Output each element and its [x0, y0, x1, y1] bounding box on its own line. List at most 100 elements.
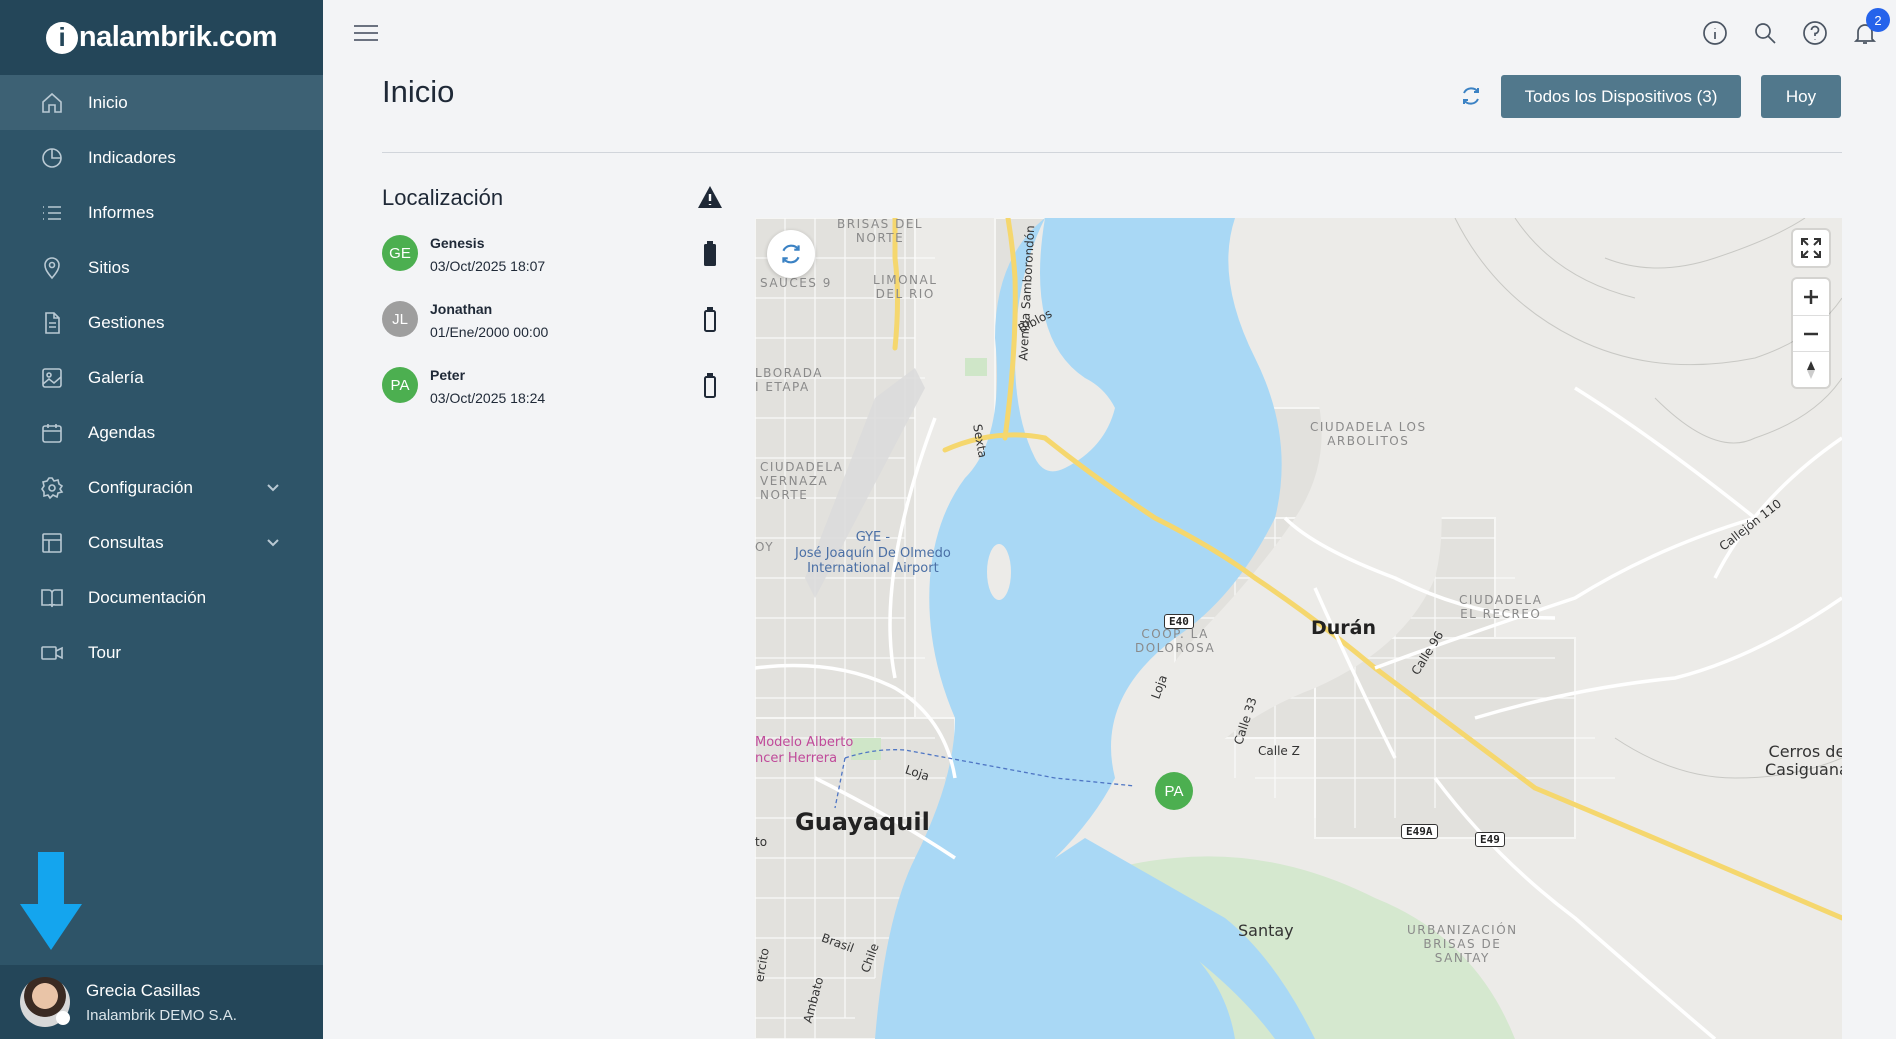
battery-full-icon — [704, 241, 716, 266]
fullscreen-control — [1793, 230, 1829, 266]
map-label: BRISAS DEL NORTE — [837, 218, 924, 245]
sidebar-item-documentacion[interactable]: Documentación — [0, 570, 323, 625]
sync-button[interactable] — [1459, 84, 1487, 112]
sidebar-item-label: Inicio — [88, 92, 128, 112]
device-avatar: PA — [382, 367, 418, 403]
sidebar-item-inicio[interactable]: Inicio — [0, 75, 323, 130]
logo-letter: i — [45, 21, 78, 54]
page-title: Inicio — [382, 74, 455, 109]
device-avatar: GE — [382, 235, 418, 271]
battery-empty-icon — [704, 307, 716, 332]
map-label: CIUDADELA LOS ARBOLITOS — [1310, 420, 1427, 448]
sidebar-item-agendas[interactable]: Agendas — [0, 405, 323, 460]
image-icon — [38, 364, 66, 392]
battery-empty-icon — [704, 373, 716, 398]
device-name: Jonathan — [430, 301, 493, 317]
map-label: CIUDADELA EL RECREO — [1459, 593, 1543, 621]
sidebar-item-indicadores[interactable]: Indicadores — [0, 130, 323, 185]
gear-icon — [38, 474, 66, 502]
device-item[interactable]: GE Genesis 03/Oct/2025 18:07 — [382, 233, 727, 299]
city-label-guayaquil: Guayaquil — [795, 808, 930, 836]
map-label: to — [755, 835, 768, 849]
sidebar-item-configuracion[interactable]: Configuración — [0, 460, 323, 515]
map-label: Santay — [1238, 921, 1294, 940]
book-icon — [38, 584, 66, 612]
pie-chart-icon — [38, 144, 66, 172]
sidebar-item-consultas[interactable]: Consultas — [0, 515, 323, 570]
map-refresh-button[interactable] — [767, 230, 815, 278]
document-icon — [38, 309, 66, 337]
app-logo[interactable]: i nalambrik.com — [45, 21, 278, 54]
search-icon[interactable] — [1752, 20, 1778, 46]
map[interactable]: BRISAS DEL NORTE SAUCES 9 LIMONAL DEL RIO … — [755, 218, 1842, 1039]
sidebar-item-label: Documentación — [88, 587, 207, 607]
map-base-layer — [755, 218, 1842, 1039]
sidebar-item-tour[interactable]: Tour — [0, 625, 323, 680]
table-icon — [38, 529, 66, 557]
device-map-marker[interactable]: PA — [1155, 772, 1193, 810]
plus-icon — [1804, 290, 1818, 304]
sync-icon — [1463, 87, 1479, 105]
all-devices-button[interactable]: Todos los Dispositivos (3) — [1501, 75, 1741, 118]
chevron-down-icon — [265, 479, 281, 500]
road-shield: E40 — [1164, 614, 1194, 629]
info-icon[interactable] — [1702, 20, 1728, 46]
device-list: GE Genesis 03/Oct/2025 18:07 JL Jonathan… — [382, 233, 727, 431]
sidebar-item-label: Consultas — [88, 532, 164, 552]
map-label: LBORADA I ETAPA — [755, 366, 823, 394]
notification-badge: 2 — [1866, 8, 1890, 32]
video-camera-icon — [38, 639, 66, 667]
sidebar-item-gestiones[interactable]: Gestiones — [0, 295, 323, 350]
device-name: Genesis — [430, 235, 485, 251]
calendar-icon — [38, 419, 66, 447]
map-label: URBANIZACIÓN BRISAS DE SANTAY — [1407, 923, 1518, 965]
logo-area: i nalambrik.com — [0, 0, 323, 75]
sidebar-item-label: Tour — [88, 642, 122, 662]
map-label: SAUCES 9 — [760, 276, 832, 290]
zoom-out-button[interactable] — [1793, 315, 1829, 351]
road-shield: E49A — [1401, 824, 1438, 839]
airport-label: GYE - José Joaquín De Olmedo International… — [795, 530, 951, 577]
avatar — [20, 977, 70, 1027]
sidebar-item-galeria[interactable]: Galería — [0, 350, 323, 405]
device-item[interactable]: JL Jonathan 01/Ene/2000 00:00 — [382, 299, 727, 365]
user-name: Grecia Casillas — [86, 980, 201, 1000]
list-icon — [38, 199, 66, 227]
zoom-controls — [1793, 279, 1829, 387]
map-label: CIUDADELA VERNAZA NORTE — [760, 460, 844, 502]
section-title: Localización — [382, 185, 504, 210]
today-button[interactable]: Hoy — [1761, 75, 1841, 118]
sidebar-item-sitios[interactable]: Sitios — [0, 240, 323, 295]
home-icon — [38, 89, 66, 117]
user-profile[interactable]: Grecia Casillas Inalambrik DEMO S.A. — [0, 965, 323, 1039]
bell-icon[interactable]: 2 — [1852, 8, 1890, 46]
sidebar-item-label: Indicadores — [88, 147, 176, 167]
sync-icon — [782, 244, 800, 264]
device-date: 03/Oct/2025 18:07 — [430, 258, 546, 274]
compass-button[interactable] — [1793, 351, 1829, 387]
device-name: Peter — [430, 367, 466, 383]
device-item[interactable]: PA Peter 03/Oct/2025 18:24 — [382, 365, 727, 431]
warning-icon[interactable] — [697, 185, 723, 209]
zoom-in-button[interactable] — [1793, 279, 1829, 315]
compass-icon — [1807, 360, 1815, 379]
city-label-duran: Durán — [1311, 617, 1377, 639]
device-date: 03/Oct/2025 18:24 — [430, 390, 546, 406]
sidebar: i nalambrik.com Inicio Indicadores Inform… — [0, 0, 323, 1039]
sidebar-item-informes[interactable]: Informes — [0, 185, 323, 240]
fullscreen-icon — [1801, 238, 1821, 258]
sidebar-item-label: Galería — [88, 367, 144, 387]
map-label: Calle Z — [1258, 744, 1300, 758]
arrow-down-icon — [20, 852, 82, 950]
fullscreen-button[interactable] — [1793, 230, 1829, 266]
user-company: Inalambrik DEMO S.A. — [86, 1006, 237, 1024]
device-avatar: JL — [382, 301, 418, 337]
location-pin-icon — [38, 254, 66, 282]
top-icons: 2 — [1702, 8, 1890, 46]
map-label: COOP. LA DOLOROSA — [1135, 627, 1216, 655]
sidebar-item-label: Gestiones — [88, 312, 165, 332]
sidebar-item-label: Informes — [88, 202, 155, 222]
help-icon[interactable] — [1802, 20, 1828, 46]
chevron-down-icon — [265, 534, 281, 555]
menu-toggle-button[interactable] — [354, 25, 378, 45]
